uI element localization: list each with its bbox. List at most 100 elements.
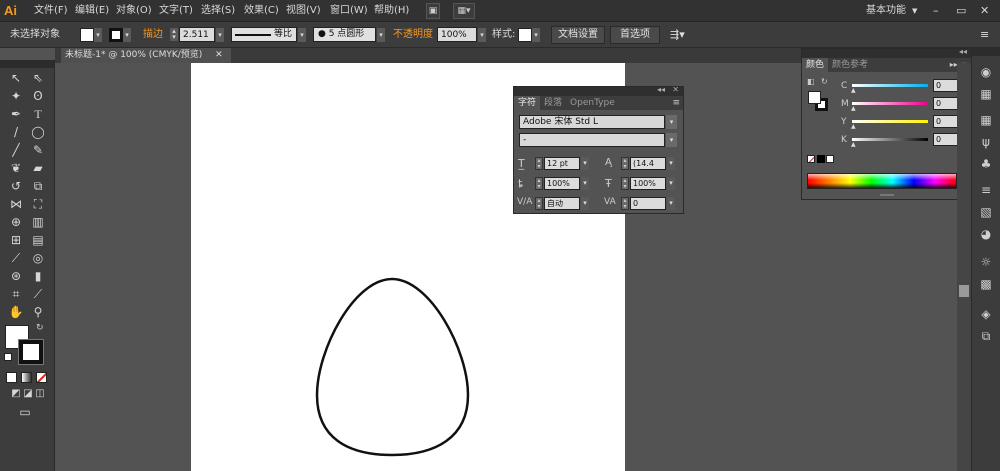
tracking-spinner[interactable]: ▴ ▾ bbox=[621, 197, 629, 210]
vertical-scale-spinner[interactable]: ▴ ▾ bbox=[535, 177, 543, 190]
horizontal-scale-input[interactable]: 100% bbox=[630, 177, 666, 190]
screen-mode-icon[interactable]: ▭ bbox=[15, 403, 35, 421]
draw-inside-icon[interactable]: ◫ bbox=[30, 385, 50, 403]
font-style-dropdown-icon[interactable]: ▾ bbox=[666, 133, 677, 147]
channel-y-thumb[interactable]: ▲ bbox=[851, 123, 856, 130]
blob-brush-tool-icon[interactable]: ❦ bbox=[6, 159, 26, 177]
tab-opentype[interactable]: OpenType bbox=[566, 96, 619, 110]
selection-tool-icon[interactable]: ↖ bbox=[6, 69, 26, 87]
color-guide-panel-icon[interactable]: ▦ bbox=[975, 84, 997, 104]
brush-dropdown-icon[interactable]: ▾ bbox=[377, 28, 385, 42]
color-panel-resize-handle[interactable] bbox=[880, 194, 894, 196]
pen-tool-icon[interactable]: ✒ bbox=[6, 105, 26, 123]
channel-k-slider[interactable] bbox=[852, 138, 928, 141]
dock-header[interactable] bbox=[972, 48, 1000, 56]
leading-spinner[interactable]: ▴ ▾ bbox=[621, 157, 629, 170]
white-swatch[interactable] bbox=[826, 155, 834, 163]
tools-panel-header[interactable] bbox=[0, 60, 55, 68]
bridge-icon[interactable]: ▣ bbox=[426, 3, 440, 19]
width-tool-icon[interactable]: ⋈ bbox=[6, 195, 26, 213]
artboards-panel-icon[interactable]: ⧉ bbox=[975, 326, 997, 346]
swap-colors-icon[interactable]: ↻ bbox=[36, 323, 44, 333]
stroke-swatch[interactable] bbox=[109, 28, 123, 42]
stroke-panel-icon[interactable]: ≡ bbox=[975, 180, 997, 200]
fill-dropdown-icon[interactable]: ▾ bbox=[94, 28, 102, 42]
tab-paragraph[interactable]: 段落 bbox=[540, 96, 566, 110]
symbols-panel-icon[interactable]: ♣ bbox=[975, 154, 997, 174]
fill-swatch[interactable] bbox=[80, 28, 94, 42]
channel-k-thumb[interactable]: ▲ bbox=[851, 141, 856, 148]
tab-character[interactable]: 字符 bbox=[514, 96, 541, 110]
document-setup-button[interactable]: 文档设置 bbox=[551, 26, 605, 44]
horizontal-scale-dropdown-icon[interactable]: ▾ bbox=[667, 177, 675, 190]
stroke-dropdown-icon[interactable]: ▾ bbox=[123, 28, 131, 42]
graphic-style-dropdown-icon[interactable]: ▾ bbox=[532, 28, 540, 42]
kerning-dropdown-icon[interactable]: ▾ bbox=[581, 197, 589, 210]
zoom-tool-icon[interactable]: ⚲ bbox=[28, 303, 48, 321]
channel-c-thumb[interactable]: ▲ bbox=[851, 87, 856, 94]
egg-path[interactable] bbox=[315, 277, 470, 457]
eraser-tool-icon[interactable]: ▰ bbox=[28, 159, 48, 177]
artboard-tool-icon[interactable]: ⌗ bbox=[6, 285, 26, 303]
symbol-sprayer-tool-icon[interactable]: ⊛ bbox=[6, 267, 26, 285]
close-panel-icon[interactable]: ✕ bbox=[672, 85, 679, 94]
eyedropper-tool-icon[interactable]: ⟋ bbox=[6, 249, 26, 267]
blend-tool-icon[interactable]: ◎ bbox=[28, 249, 48, 267]
opacity-input[interactable]: 100% bbox=[437, 27, 477, 42]
vertical-scroll-thumb[interactable] bbox=[959, 285, 969, 297]
perspective-grid-tool-icon[interactable]: ▥ bbox=[28, 213, 48, 231]
menu-select[interactable]: 选择(S) bbox=[201, 0, 235, 22]
font-family-field[interactable]: Adobe 宋体 Std L bbox=[519, 115, 665, 129]
channel-y-slider[interactable] bbox=[852, 120, 928, 123]
none-swatch[interactable] bbox=[807, 155, 815, 163]
tracking-input[interactable]: 0 bbox=[630, 197, 666, 210]
pencil-tool-icon[interactable]: ✎ bbox=[28, 141, 48, 159]
rotate-tool-icon[interactable]: ↺ bbox=[6, 177, 26, 195]
character-panel-header[interactable]: ◂◂ ✕ bbox=[514, 85, 683, 96]
egg-shape[interactable] bbox=[300, 270, 480, 470]
restore-icon[interactable]: ▭ bbox=[956, 0, 966, 22]
hand-tool-icon[interactable]: ✋ bbox=[6, 303, 26, 321]
menu-window[interactable]: 窗口(W) bbox=[330, 0, 368, 22]
close-icon[interactable]: ✕ bbox=[980, 0, 989, 22]
swatches-panel-icon[interactable]: ▦ bbox=[975, 110, 997, 130]
collapse-panel-icon[interactable]: ◂◂ bbox=[657, 85, 665, 94]
workspace-switcher[interactable]: 基本功能 bbox=[866, 0, 906, 22]
stroke-weight-input[interactable]: 2.511 bbox=[179, 27, 215, 42]
default-colors-icon[interactable] bbox=[4, 353, 12, 361]
menu-view[interactable]: 视图(V) bbox=[286, 0, 321, 22]
minimize-icon[interactable]: – bbox=[933, 0, 939, 22]
profile-dropdown-icon[interactable]: ▾ bbox=[298, 28, 306, 42]
kerning-input[interactable]: 自动 bbox=[544, 197, 580, 210]
menu-help[interactable]: 帮助(H) bbox=[374, 0, 409, 22]
mesh-tool-icon[interactable]: ⊞ bbox=[6, 231, 26, 249]
color-panel-icon[interactable]: ◉ bbox=[975, 62, 997, 82]
direct-selection-tool-icon[interactable]: ⇖ bbox=[28, 69, 48, 87]
opacity-label[interactable]: 不透明度 bbox=[393, 22, 433, 48]
channel-m-input[interactable]: 0 bbox=[933, 97, 958, 110]
graphic-style-swatch[interactable] bbox=[518, 28, 532, 42]
stroke-color-box[interactable] bbox=[18, 339, 44, 365]
menu-type[interactable]: 文字(T) bbox=[159, 0, 193, 22]
color-mode-icon[interactable] bbox=[6, 372, 17, 383]
brushes-panel-icon[interactable]: ψ bbox=[975, 132, 997, 152]
channel-m-slider[interactable] bbox=[852, 102, 928, 105]
menu-effect[interactable]: 效果(C) bbox=[244, 0, 279, 22]
stroke-weight-dropdown-icon[interactable]: ▾ bbox=[216, 28, 224, 42]
menu-object[interactable]: 对象(O) bbox=[116, 0, 152, 22]
ellipse-tool-icon[interactable]: ◯ bbox=[28, 123, 48, 141]
document-tab[interactable]: 未标题-1* @ 100% (CMYK/预览) ✕ bbox=[61, 48, 231, 63]
line-tool-icon[interactable]: / bbox=[6, 123, 26, 141]
document-tab-close-icon[interactable]: ✕ bbox=[215, 50, 223, 60]
transparency-panel-icon[interactable]: ◕ bbox=[975, 224, 997, 244]
color-fill-box[interactable] bbox=[808, 91, 821, 104]
vertical-scrollbar[interactable] bbox=[957, 63, 971, 471]
none-mode-icon[interactable] bbox=[36, 372, 47, 383]
tab-color[interactable]: 颜色 bbox=[802, 58, 829, 72]
column-graph-tool-icon[interactable]: ▮ bbox=[28, 267, 48, 285]
gradient-mode-icon[interactable] bbox=[21, 372, 32, 383]
color-spectrum[interactable] bbox=[807, 173, 957, 189]
menu-file[interactable]: 文件(F) bbox=[34, 0, 68, 22]
color-panel-header[interactable]: ◂◂ bbox=[802, 47, 971, 58]
arrange-documents-icon[interactable]: ▦▾ bbox=[453, 3, 475, 19]
